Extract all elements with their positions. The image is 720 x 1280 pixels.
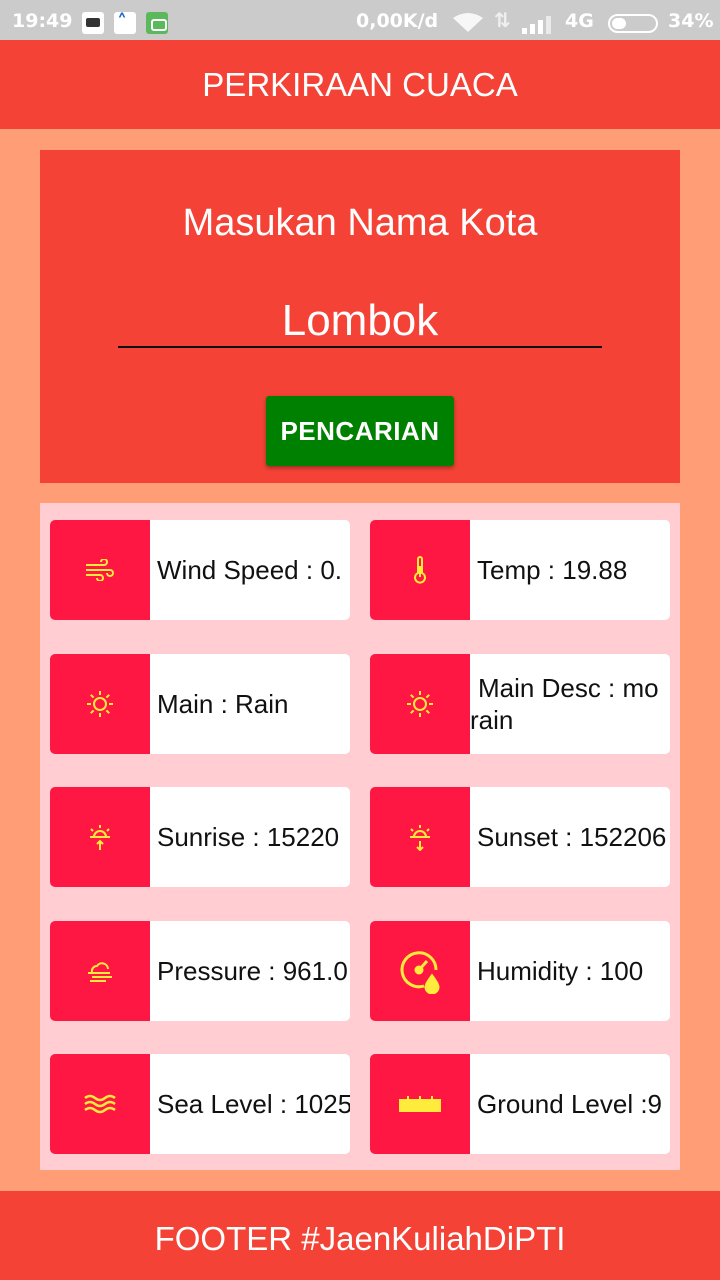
footer-text: FOOTER #JaenKuliahDiPTI: [154, 1220, 566, 1257]
battery-percent: 34%: [668, 10, 714, 32]
status-bar: 19:49 0,00K/d ⇅ 4G 34%: [0, 0, 720, 40]
main-card: Main : Rain: [50, 654, 350, 754]
bbm-notification-icon: [82, 12, 104, 34]
ground-level-text: Ground Level :9: [477, 1088, 663, 1119]
sunrise-card: Sunrise : 15220: [50, 787, 350, 887]
main-text: Main : Rain: [157, 688, 289, 719]
humidity-card: Humidity : 100: [370, 921, 670, 1021]
search-button[interactable]: PENCARIAN: [266, 396, 454, 466]
sun-icon: [370, 654, 470, 754]
wind-icon: [50, 520, 150, 620]
cloud-wind-icon: [50, 921, 150, 1021]
temp-card: Temp : 19.88: [370, 520, 670, 620]
waves-icon: [50, 1054, 150, 1154]
humidity-text: Humidity : 100: [477, 955, 644, 986]
wind-speed-text: Wind Speed : 0.: [157, 554, 342, 585]
search-title: Masukan Nama Kota: [182, 202, 538, 244]
signal-icon: [522, 16, 551, 34]
pressure-text: Pressure : 961.0: [157, 955, 348, 986]
ground-level-card: Ground Level :9: [370, 1054, 670, 1154]
android-notification-icon: [146, 12, 168, 34]
status-time: 19:49: [12, 10, 73, 32]
app-bar: PERKIRAAN CUACA: [0, 40, 720, 129]
app-notification-icon: [114, 10, 136, 34]
sea-level-card: Sea Level : 1025: [50, 1054, 350, 1154]
temp-text: Temp : 19.88: [477, 554, 628, 585]
weather-grid: Wind Speed : 0. Temp : 19.88 Main : Rain: [40, 503, 680, 1170]
thermometer-icon: [370, 520, 470, 620]
sunrise-text: Sunrise : 15220: [157, 821, 340, 852]
humidity-gauge-icon: [370, 921, 470, 1021]
data-transfer-icon: ⇅: [494, 8, 511, 32]
sunset-icon: [370, 787, 470, 887]
ground-icon: [370, 1054, 470, 1154]
footer: FOOTER #JaenKuliahDiPTI: [0, 1191, 720, 1280]
sunrise-icon: [50, 787, 150, 887]
network-type: 4G: [565, 10, 594, 32]
battery-icon: [608, 14, 658, 33]
wind-speed-card: Wind Speed : 0.: [50, 520, 350, 620]
main-desc-card: Main Desc : mo rain: [370, 654, 670, 754]
sunset-text: Sunset : 152206: [477, 821, 667, 852]
sun-icon: [50, 654, 150, 754]
sunset-card: Sunset : 152206: [370, 787, 670, 887]
wifi-icon: [453, 13, 483, 32]
sea-level-text: Sea Level : 1025: [157, 1088, 350, 1119]
main-desc-text: Main Desc : mo rain: [470, 673, 659, 735]
city-input[interactable]: [118, 296, 602, 348]
search-card: Masukan Nama Kota PENCARIAN: [40, 150, 680, 483]
app-title: PERKIRAAN CUACA: [202, 66, 518, 103]
network-speed: 0,00K/d: [356, 10, 439, 32]
pressure-card: Pressure : 961.0: [50, 921, 350, 1021]
